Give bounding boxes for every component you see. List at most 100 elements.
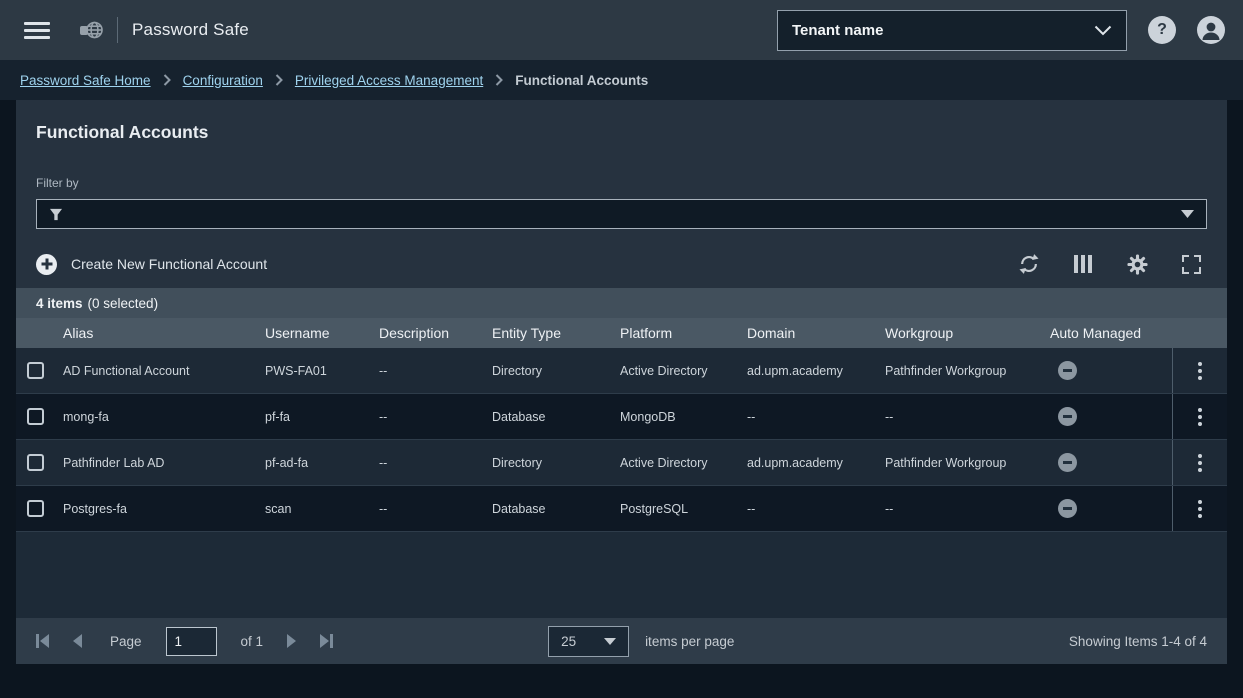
last-page-button[interactable] (320, 634, 333, 648)
create-button-label: Create New Functional Account (71, 256, 267, 272)
columns-button[interactable] (1071, 252, 1095, 276)
cell-platform: PostgreSQL (620, 502, 747, 516)
auto-managed-disabled-icon (1058, 453, 1077, 472)
tenant-selector[interactable]: Tenant name (777, 10, 1127, 51)
column-header-entity-type[interactable]: Entity Type (492, 325, 620, 341)
table-row[interactable]: mong-fa pf-fa -- Database MongoDB -- -- (16, 394, 1227, 440)
cell-workgroup: -- (885, 502, 1050, 516)
filter-dropdown[interactable] (36, 199, 1207, 229)
column-header-description[interactable]: Description (379, 325, 492, 341)
plus-circle-icon (36, 254, 57, 275)
password-safe-logo-icon (78, 18, 105, 42)
top-app-bar: Password Safe Tenant name ? (0, 0, 1243, 60)
column-header-domain[interactable]: Domain (747, 325, 885, 341)
cell-description: -- (379, 364, 492, 378)
items-per-page-label: items per page (645, 634, 734, 649)
cell-domain: ad.upm.academy (747, 364, 885, 378)
kebab-menu-icon (1198, 454, 1202, 472)
profile-button[interactable] (1197, 16, 1225, 44)
cell-description: -- (379, 502, 492, 516)
auto-managed-disabled-icon (1058, 407, 1077, 426)
column-header-username[interactable]: Username (265, 325, 379, 341)
page-title: Functional Accounts (36, 122, 1207, 143)
filter-funnel-icon (49, 208, 63, 221)
expand-button[interactable] (1179, 252, 1203, 276)
refresh-icon (1018, 253, 1040, 275)
cell-entity-type: Directory (492, 364, 620, 378)
cell-description: -- (379, 410, 492, 424)
row-checkbox[interactable] (27, 362, 44, 379)
first-page-icon (36, 634, 39, 648)
page-number-input[interactable] (166, 627, 217, 656)
cell-workgroup: -- (885, 410, 1050, 424)
breadcrumb-link-configuration[interactable]: Configuration (183, 73, 263, 88)
row-checkbox[interactable] (27, 454, 44, 471)
selected-count: (0 selected) (88, 296, 159, 311)
grid-summary: 4 items (0 selected) (16, 288, 1227, 318)
grid-column-headers: Alias Username Description Entity Type P… (16, 318, 1227, 348)
column-header-alias[interactable]: Alias (63, 325, 265, 341)
settings-button[interactable] (1125, 252, 1149, 276)
row-checkbox[interactable] (27, 500, 44, 517)
question-mark-icon: ? (1157, 22, 1167, 38)
tenant-selector-value: Tenant name (792, 22, 883, 39)
functional-accounts-panel: Functional Accounts Filter by Create New… (16, 100, 1227, 664)
cell-platform: Active Directory (620, 364, 747, 378)
previous-page-button[interactable] (73, 634, 82, 648)
column-header-workgroup[interactable]: Workgroup (885, 325, 1050, 341)
row-checkbox[interactable] (27, 408, 44, 425)
items-per-page-select[interactable]: 25 (548, 626, 629, 657)
column-header-platform[interactable]: Platform (620, 325, 747, 341)
table-row[interactable]: Postgres-fa scan -- Database PostgreSQL … (16, 486, 1227, 532)
breadcrumb-link-privileged-access-management[interactable]: Privileged Access Management (295, 73, 483, 88)
table-row[interactable]: Pathfinder Lab AD pf-ad-fa -- Directory … (16, 440, 1227, 486)
kebab-menu-icon (1198, 500, 1202, 518)
create-new-functional-account-button[interactable]: Create New Functional Account (36, 254, 267, 275)
cell-domain: -- (747, 410, 885, 424)
auto-managed-disabled-icon (1058, 499, 1077, 518)
next-page-button[interactable] (287, 634, 296, 648)
cell-username: pf-fa (265, 410, 379, 424)
divider (117, 17, 118, 43)
previous-page-icon (73, 634, 82, 648)
cell-alias: mong-fa (63, 410, 265, 424)
row-actions-menu-button[interactable] (1172, 440, 1227, 485)
last-page-icon (320, 634, 329, 648)
expand-fullscreen-icon (1182, 255, 1201, 274)
filter-by-label: Filter by (36, 176, 1207, 190)
chevron-down-icon (604, 638, 616, 645)
kebab-menu-icon (1198, 362, 1202, 380)
cell-alias: Postgres-fa (63, 502, 265, 516)
chevron-down-icon (1181, 205, 1194, 223)
column-header-auto-managed[interactable]: Auto Managed (1050, 325, 1172, 341)
chevron-right-icon (163, 74, 171, 86)
breadcrumb-link-password-safe-home[interactable]: Password Safe Home (20, 73, 151, 88)
panel-header: Functional Accounts Filter by Create New… (16, 100, 1227, 288)
cell-username: pf-ad-fa (265, 456, 379, 470)
kebab-menu-icon (1198, 408, 1202, 426)
cell-entity-type: Directory (492, 456, 620, 470)
page-label: Page (110, 634, 142, 649)
row-actions-menu-button[interactable] (1172, 486, 1227, 531)
cell-platform: Active Directory (620, 456, 747, 470)
row-actions-menu-button[interactable] (1172, 348, 1227, 393)
cell-entity-type: Database (492, 410, 620, 424)
chevron-right-icon (495, 74, 503, 86)
columns-icon (1074, 255, 1092, 273)
chevron-right-icon (275, 74, 283, 86)
first-page-button[interactable] (36, 634, 49, 648)
cell-username: PWS-FA01 (265, 364, 379, 378)
cell-alias: AD Functional Account (63, 364, 265, 378)
refresh-button[interactable] (1017, 252, 1041, 276)
cell-domain: ad.upm.academy (747, 456, 885, 470)
cell-platform: MongoDB (620, 410, 747, 424)
menu-hamburger-icon[interactable] (24, 22, 50, 39)
table-row[interactable]: AD Functional Account PWS-FA01 -- Direct… (16, 348, 1227, 394)
help-button[interactable]: ? (1148, 16, 1176, 44)
cell-alias: Pathfinder Lab AD (63, 456, 265, 470)
cell-workgroup: Pathfinder Workgroup (885, 364, 1050, 378)
next-page-icon (287, 634, 296, 648)
cell-username: scan (265, 502, 379, 516)
pagination-bar: Page of 1 25 items per page Showing Item… (16, 618, 1227, 664)
row-actions-menu-button[interactable] (1172, 394, 1227, 439)
